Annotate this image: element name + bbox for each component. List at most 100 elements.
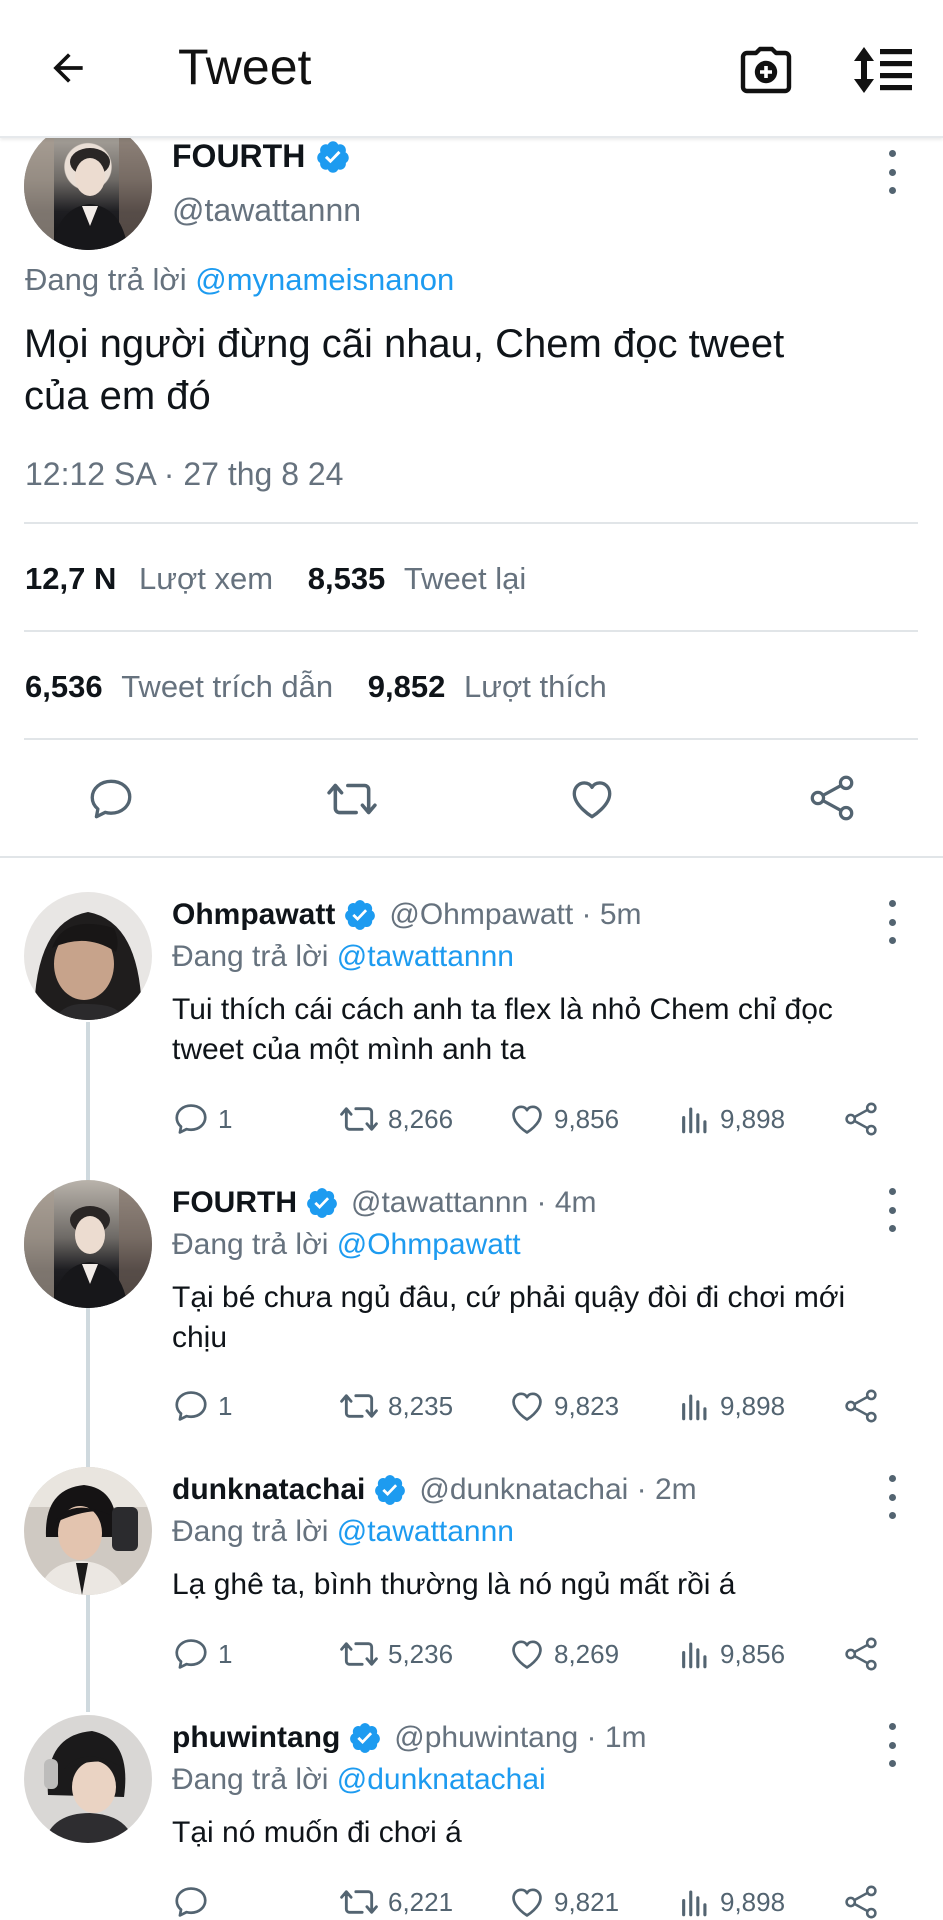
- handle-time[interactable]: @Ohmpawatt · 5m: [389, 898, 641, 932]
- reply-button[interactable]: [172, 1880, 218, 1920]
- handle-time[interactable]: @dunknatachai · 2m: [419, 1473, 696, 1507]
- display-name[interactable]: dunknatachai: [172, 1473, 365, 1507]
- reply-button[interactable]: 1: [172, 1632, 232, 1676]
- retweet-icon: [340, 1890, 378, 1914]
- back-button[interactable]: [40, 40, 96, 96]
- more-options-button[interactable]: [880, 1475, 904, 1519]
- replying-to-link[interactable]: @tawattannn: [337, 1515, 514, 1548]
- reply-button[interactable]: [86, 774, 136, 824]
- section-divider: [0, 856, 943, 858]
- avatar[interactable]: [24, 1180, 152, 1308]
- views-button[interactable]: 9,856: [678, 1632, 785, 1676]
- retweet-button[interactable]: 5,236: [338, 1632, 453, 1676]
- stats-row-1: 12,7 N Lượt xem 8,535 Tweet lại: [25, 561, 526, 597]
- replying-to-link[interactable]: @Ohmpawatt: [337, 1228, 521, 1261]
- views-button[interactable]: 9,898: [678, 1880, 785, 1920]
- display-name[interactable]: FOURTH: [172, 1186, 297, 1220]
- heart-icon: [512, 1105, 542, 1134]
- share-button[interactable]: [842, 1384, 880, 1428]
- replying-to-link[interactable]: @tawattannn: [337, 940, 514, 973]
- retweet-count: 8,235: [388, 1390, 454, 1421]
- share-button[interactable]: [842, 1880, 880, 1920]
- timestamp[interactable]: 12:12 SA · 27 thg 8 24: [25, 456, 343, 493]
- reply-action-bar: 6,221 9,821 9,898: [172, 1880, 892, 1920]
- quotes-count[interactable]: 6,536: [25, 669, 103, 704]
- share-button[interactable]: [842, 1632, 880, 1676]
- sort-button[interactable]: [848, 40, 918, 100]
- likes-count[interactable]: 9,852: [368, 669, 446, 704]
- reply-icon: [175, 1391, 207, 1421]
- avatar[interactable]: [24, 1715, 152, 1843]
- reply-text: Tui thích cái cách anh ta flex là nhỏ Ch…: [172, 993, 833, 1066]
- avatar-photo: [24, 892, 152, 1020]
- more-options-button[interactable]: [880, 1188, 904, 1232]
- replying-label: Đang trả lời: [172, 940, 329, 973]
- likes-label[interactable]: Lượt thích: [464, 669, 607, 704]
- more-options-button[interactable]: [880, 150, 904, 194]
- bar-chart-icon: [682, 1107, 707, 1134]
- reply-button[interactable]: 1: [172, 1097, 232, 1141]
- retweet-button[interactable]: 6,221: [338, 1880, 453, 1920]
- like-button[interactable]: 9,856: [508, 1097, 619, 1141]
- replying-label: Đang trả lời: [172, 1763, 329, 1796]
- reply-count: 1: [218, 1103, 233, 1134]
- reply-text: Tại nó muốn đi chơi á: [172, 1816, 462, 1849]
- like-button[interactable]: [566, 774, 618, 824]
- retweet-button[interactable]: [324, 774, 380, 824]
- display-name[interactable]: Ohmpawatt: [172, 898, 335, 932]
- avatar[interactable]: [24, 1467, 152, 1595]
- more-options-button[interactable]: [880, 900, 904, 944]
- share-icon: [845, 1637, 877, 1671]
- avatar[interactable]: [24, 122, 152, 250]
- avatar[interactable]: [24, 892, 152, 1020]
- views-button[interactable]: 9,898: [678, 1384, 785, 1428]
- retweet-icon: [327, 783, 377, 815]
- heart-icon: [512, 1392, 542, 1421]
- bar-chart-icon: [682, 1890, 707, 1917]
- tweet-text-line: Mọi người đừng cãi nhau, Chem đọc tweet: [24, 322, 785, 366]
- replying-to-link[interactable]: @dunknatachai: [337, 1763, 546, 1796]
- like-button[interactable]: 9,821: [508, 1880, 619, 1920]
- bar-chart-icon: [682, 1642, 707, 1669]
- handle[interactable]: @tawattannn: [172, 192, 361, 229]
- handle-time[interactable]: @phuwintang · 1m: [394, 1721, 646, 1755]
- avatar-photo: [24, 1715, 152, 1843]
- more-options-button[interactable]: [880, 1723, 904, 1767]
- replying-label: Đang trả lời: [172, 1515, 329, 1548]
- like-button[interactable]: 8,269: [508, 1632, 619, 1676]
- display-name[interactable]: FOURTH: [172, 138, 305, 175]
- avatar-photo: [24, 1467, 152, 1595]
- like-button[interactable]: 9,823: [508, 1384, 619, 1428]
- bar-chart-icon: [682, 1394, 707, 1421]
- camera-plus-icon: [740, 46, 792, 94]
- views-count[interactable]: 12,7 N: [25, 561, 116, 596]
- arrow-left-icon: [53, 53, 83, 83]
- retweet-button[interactable]: 8,235: [338, 1384, 453, 1428]
- thread-line: [86, 1022, 90, 1712]
- display-name[interactable]: phuwintang: [172, 1721, 340, 1755]
- camera-button[interactable]: [736, 40, 796, 100]
- share-button[interactable]: [842, 1097, 880, 1141]
- replying-label: Đang trả lời: [25, 262, 187, 297]
- retweet-button[interactable]: 8,266: [338, 1097, 453, 1141]
- retweets-label[interactable]: Tweet lại: [404, 561, 526, 596]
- reply-icon: [175, 1887, 207, 1917]
- share-icon: [810, 775, 854, 821]
- views-label[interactable]: Lượt xem: [139, 561, 273, 596]
- verified-badge-icon: [375, 1475, 406, 1505]
- views-count: 9,898: [720, 1390, 786, 1421]
- handle-time[interactable]: @tawattannn · 4m: [351, 1186, 597, 1220]
- replying-to-link[interactable]: @mynameisnanon: [195, 262, 454, 297]
- views-button[interactable]: 9,898: [678, 1097, 785, 1141]
- share-icon: [845, 1885, 877, 1919]
- reply-action-bar: 1 8,266 9,856 9,898: [172, 1097, 892, 1141]
- retweets-count[interactable]: 8,535: [308, 561, 386, 596]
- share-icon: [845, 1389, 877, 1423]
- retweet-icon: [340, 1107, 378, 1131]
- stats-row-2: 6,536 Tweet trích dẫn 9,852 Lượt thích: [25, 669, 607, 705]
- share-button[interactable]: [806, 772, 858, 824]
- reply-icon: [175, 1104, 207, 1134]
- reply-button[interactable]: 1: [172, 1384, 232, 1428]
- views-count: 9,856: [720, 1638, 786, 1669]
- quotes-label[interactable]: Tweet trích dẫn: [121, 669, 333, 704]
